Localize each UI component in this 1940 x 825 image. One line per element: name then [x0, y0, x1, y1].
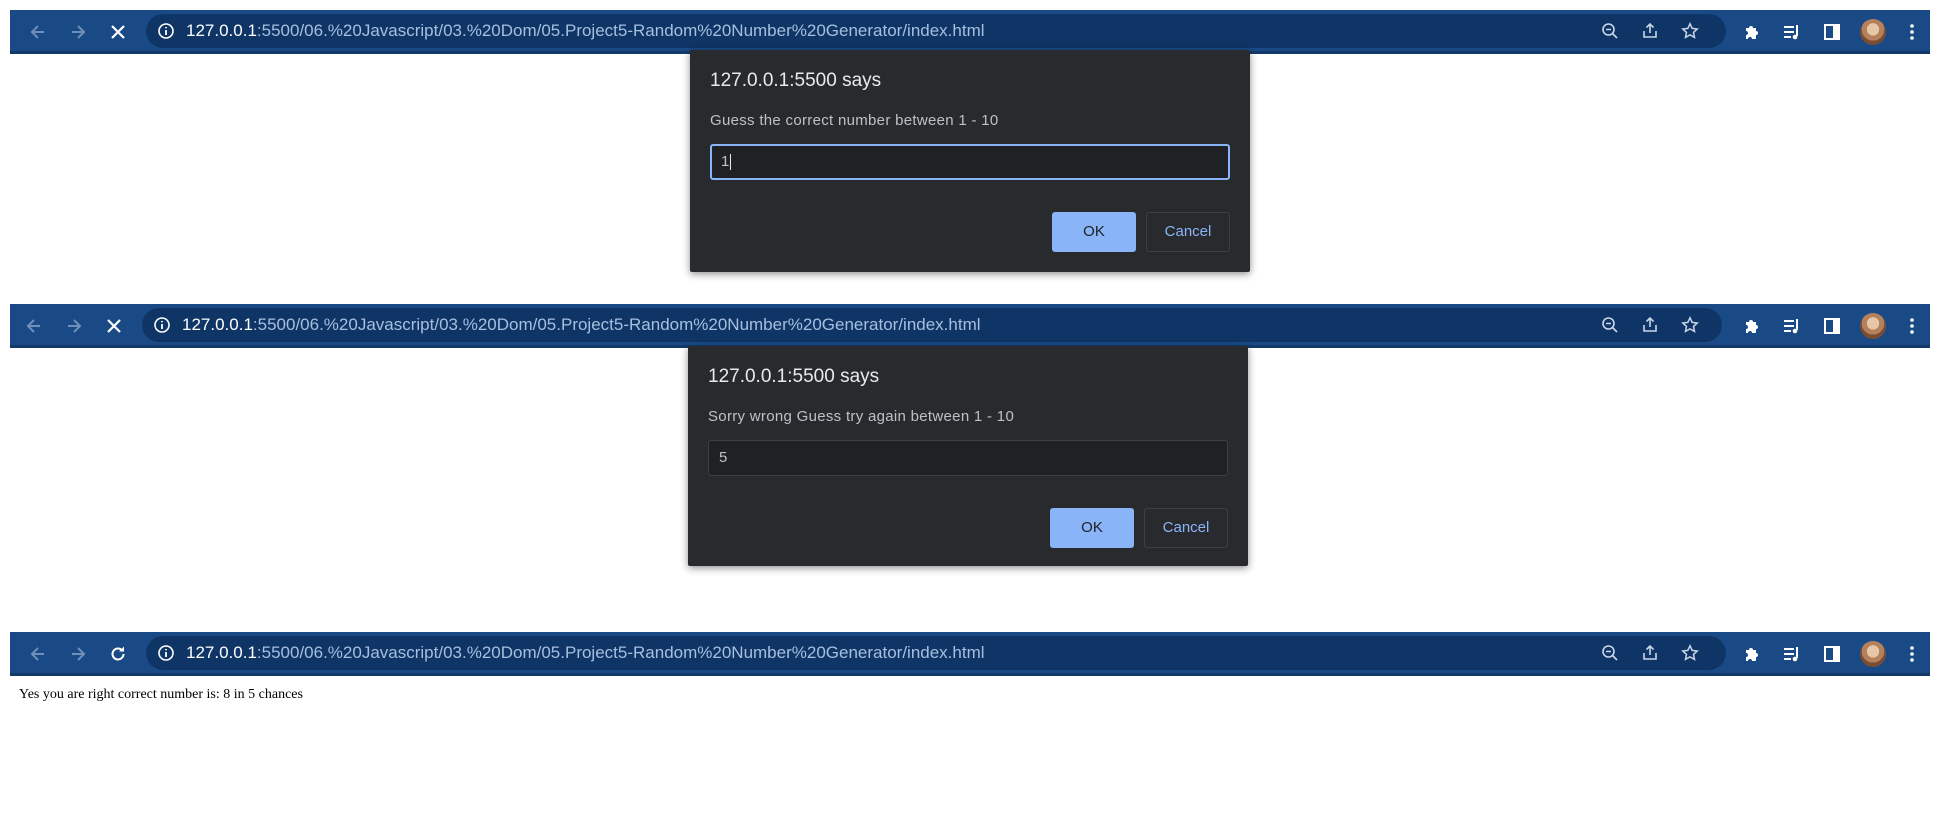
dialog-title: 127.0.0.1:5500 says: [710, 70, 882, 91]
forward-arrow-icon: [68, 319, 82, 333]
forward-arrow-icon: [72, 647, 86, 661]
reading-list-icon[interactable]: [1780, 642, 1804, 666]
back-arrow-icon: [30, 25, 44, 39]
forward-button[interactable]: [62, 16, 94, 48]
extensions-icon[interactable]: [1740, 20, 1764, 44]
back-arrow-icon: [30, 647, 44, 661]
zoom-icon[interactable]: [1600, 21, 1620, 41]
browser-toolbar: 127.0.0.1:5500/06.%20Javascript/03.%20Do…: [10, 632, 1930, 676]
prompt-input[interactable]: 5: [708, 440, 1228, 476]
side-panel-icon[interactable]: [1820, 20, 1844, 44]
prompt-dialog: 127.0.0.1:5500 says Sorry wrong Guess tr…: [688, 346, 1248, 566]
bookmark-star-icon[interactable]: [1680, 315, 1700, 335]
dialog-message: Guess the correct number between 1 - 10: [710, 112, 999, 129]
url-path: :5500/06.%20Javascript/03.%20Dom/05.Proj…: [256, 643, 985, 662]
url-path: :5500/06.%20Javascript/03.%20Dom/05.Proj…: [252, 315, 981, 334]
back-button[interactable]: [18, 310, 50, 342]
address-bar[interactable]: 127.0.0.1:5500/06.%20Javascript/03.%20Do…: [142, 308, 1722, 342]
stop-icon: [107, 319, 121, 333]
forward-button[interactable]: [58, 310, 90, 342]
url-path: :5500/06.%20Javascript/03.%20Dom/05.Proj…: [256, 21, 985, 40]
address-bar[interactable]: 127.0.0.1:5500/06.%20Javascript/03.%20Do…: [146, 14, 1726, 48]
url-host: 127.0.0.1: [186, 21, 257, 40]
url-text[interactable]: 127.0.0.1:5500/06.%20Javascript/03.%20Do…: [186, 14, 985, 48]
share-icon[interactable]: [1640, 643, 1660, 663]
menu-kebab-icon[interactable]: [1900, 642, 1924, 666]
url-text[interactable]: 127.0.0.1:5500/06.%20Javascript/03.%20Do…: [182, 308, 981, 342]
back-button[interactable]: [22, 638, 54, 670]
forward-arrow-icon: [72, 25, 86, 39]
extensions-icon[interactable]: [1740, 642, 1764, 666]
bookmark-star-icon[interactable]: [1680, 21, 1700, 41]
menu-kebab-icon[interactable]: [1900, 314, 1924, 338]
prompt-input-value: 5: [719, 449, 728, 466]
cancel-button[interactable]: Cancel: [1146, 212, 1230, 252]
stop-button[interactable]: [102, 16, 134, 48]
profile-avatar[interactable]: [1860, 641, 1886, 667]
url-host: 127.0.0.1: [186, 643, 257, 662]
url-host: 127.0.0.1: [182, 315, 253, 334]
stop-icon: [111, 25, 125, 39]
back-arrow-icon: [26, 319, 40, 333]
share-icon[interactable]: [1640, 21, 1660, 41]
back-button[interactable]: [22, 16, 54, 48]
site-info-icon[interactable]: [156, 21, 176, 41]
site-info-icon[interactable]: [152, 315, 172, 335]
dialog-title: 127.0.0.1:5500 says: [708, 366, 880, 387]
forward-button[interactable]: [62, 638, 94, 670]
stop-button[interactable]: [98, 310, 130, 342]
browser-toolbar: 127.0.0.1:5500/06.%20Javascript/03.%20Do…: [10, 304, 1930, 348]
browser-toolbar: 127.0.0.1:5500/06.%20Javascript/03.%20Do…: [10, 10, 1930, 54]
text-caret: [730, 154, 732, 171]
prompt-input-value: 1: [721, 153, 730, 170]
bookmark-star-icon[interactable]: [1680, 643, 1700, 663]
side-panel-icon[interactable]: [1820, 314, 1844, 338]
side-panel-icon[interactable]: [1820, 642, 1844, 666]
profile-avatar[interactable]: [1860, 313, 1886, 339]
reload-button[interactable]: [102, 638, 134, 670]
reading-list-icon[interactable]: [1780, 314, 1804, 338]
share-icon[interactable]: [1640, 315, 1660, 335]
zoom-icon[interactable]: [1600, 315, 1620, 335]
extensions-icon[interactable]: [1740, 314, 1764, 338]
zoom-icon[interactable]: [1600, 643, 1620, 663]
address-bar[interactable]: 127.0.0.1:5500/06.%20Javascript/03.%20Do…: [146, 636, 1726, 670]
site-info-icon[interactable]: [156, 643, 176, 663]
profile-avatar[interactable]: [1860, 19, 1886, 45]
url-text[interactable]: 127.0.0.1:5500/06.%20Javascript/03.%20Do…: [186, 636, 985, 670]
dialog-message: Sorry wrong Guess try again between 1 - …: [708, 408, 1015, 425]
prompt-dialog: 127.0.0.1:5500 says Guess the correct nu…: [690, 50, 1250, 272]
result-message: Yes you are right correct number is: 8 i…: [19, 687, 303, 702]
menu-kebab-icon[interactable]: [1900, 20, 1924, 44]
ok-button[interactable]: OK: [1052, 212, 1136, 252]
reading-list-icon[interactable]: [1780, 20, 1804, 44]
prompt-input[interactable]: 1: [710, 144, 1230, 180]
cancel-button[interactable]: Cancel: [1144, 508, 1228, 548]
ok-button[interactable]: OK: [1050, 508, 1134, 548]
reload-icon: [111, 646, 125, 661]
